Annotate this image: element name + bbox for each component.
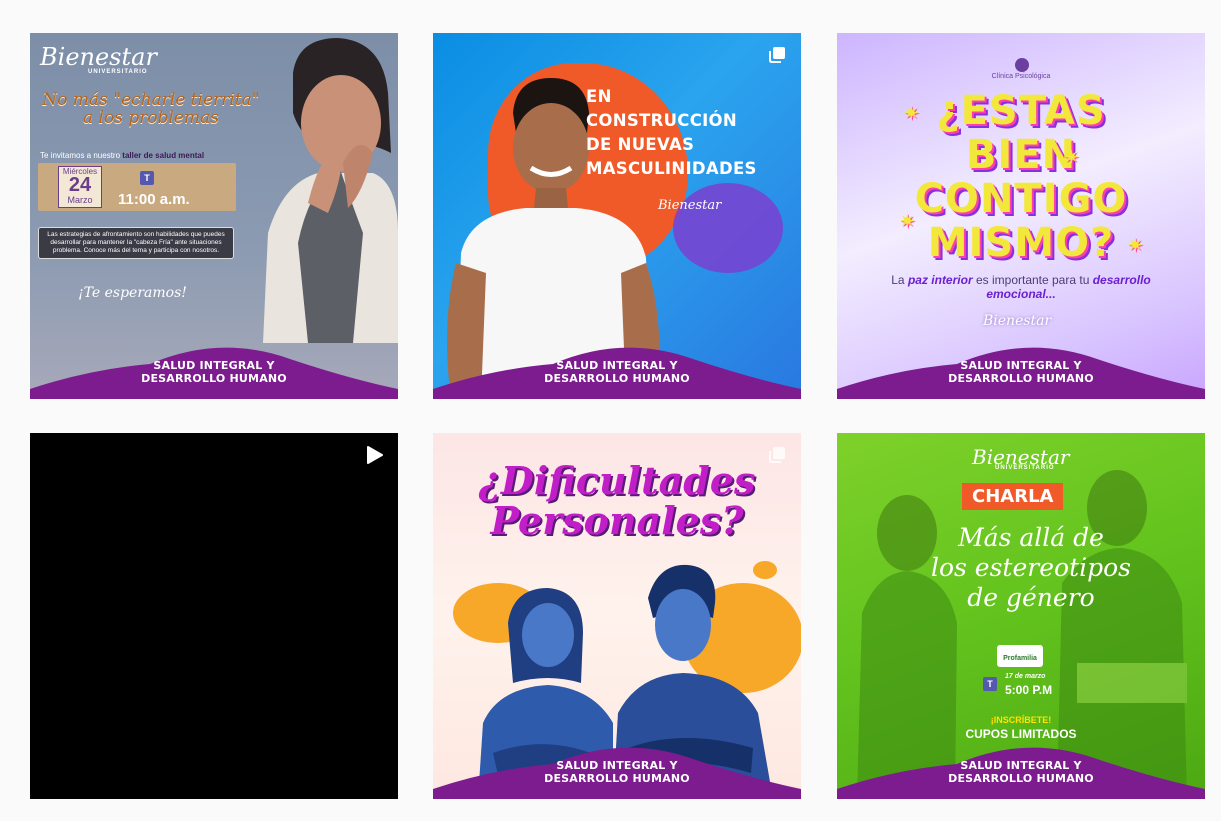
post-tile-2[interactable]: EN CONSTRUCCIÓN DE NUEVAS MASCULINIDADES…	[433, 33, 801, 399]
sparkle-icon: ✷	[899, 211, 916, 233]
teams-icon: T	[140, 171, 154, 185]
post-title: ¿ESTAS BIEN CONTIGO MISMO?	[914, 88, 1128, 266]
sparkle-icon: ✷	[1127, 235, 1144, 257]
bienestar-logo: Bienestar	[658, 198, 722, 213]
teams-icon: T	[983, 677, 997, 691]
post-headline: No más "echarle tierrita" a los problema…	[42, 90, 260, 128]
strategies-text: Las estrategias de afrontamiento son hab…	[38, 227, 234, 259]
clinic-logo-text: Clínica Psicológica	[991, 73, 1051, 80]
post-title: ¿Dificultades Personales?	[478, 458, 756, 543]
clinic-logo-icon	[1015, 58, 1029, 72]
video-play-icon	[367, 446, 383, 464]
woman-photo	[263, 38, 398, 343]
post-tile-3[interactable]: Clínica Psicológica ¿ESTAS BIEN CONTIGO …	[837, 33, 1205, 399]
cta-text: ¡INSCRÍBETE!	[990, 715, 1052, 725]
event-time: 11:00 a.m.	[118, 191, 190, 208]
post-tile-6[interactable]: Bienestar UNIVERSITARIO CHARLA Más allá …	[837, 433, 1205, 799]
event-time: 5:00 P.M	[1005, 683, 1053, 697]
footer-caption: SALUD INTEGRAL Y DESARROLLO HUMANO	[544, 359, 690, 385]
sparkle-icon: ✷	[1063, 147, 1080, 169]
footer-caption: SALUD INTEGRAL Y DESARROLLO HUMANO	[948, 759, 1094, 785]
bienestar-logo: Bienestar	[40, 43, 157, 71]
charla-badge: CHARLA	[962, 483, 1064, 510]
invite-text: Te invitamos a nuestro taller de salud m…	[40, 151, 205, 160]
bienestar-logo-sub: UNIVERSITARIO	[995, 465, 1055, 471]
post-tile-5[interactable]: ¿Dificultades Personales? SALUD INTEGRAL…	[433, 433, 801, 799]
calendar-date: Miércoles 24 Marzo	[58, 166, 102, 208]
footer-caption: SALUD INTEGRAL Y DESARROLLO HUMANO	[948, 359, 1094, 385]
post-grid: Bienestar UNIVERSITARIO No más "echarle …	[0, 0, 1221, 821]
post-tile-4-video[interactable]	[30, 433, 398, 799]
event-date: 17 de marzo	[1005, 673, 1046, 680]
bienestar-logo: Bienestar	[983, 313, 1052, 329]
post-tile-1[interactable]: Bienestar UNIVERSITARIO No más "echarle …	[30, 33, 398, 399]
post-title: EN CONSTRUCCIÓN DE NUEVAS MASCULINIDADES	[586, 87, 757, 178]
purple-blob	[673, 183, 783, 273]
profamilia-logo: Profamilia	[997, 645, 1043, 667]
bienestar-logo-sub: UNIVERSITARIO	[88, 69, 148, 75]
sparkle-icon: ✷	[903, 103, 920, 125]
post-title: Más allá de los estereotipos de género	[930, 523, 1131, 612]
footer-caption: SALUD INTEGRAL Y DESARROLLO HUMANO	[544, 759, 690, 785]
carousel-icon	[769, 447, 785, 463]
carousel-icon	[769, 47, 785, 63]
post-subtitle: La paz interior es importante para tu de…	[891, 273, 1151, 301]
closing-text: ¡Te esperamos!	[78, 285, 187, 301]
footer-caption: SALUD INTEGRAL Y DESARROLLO HUMANO	[141, 359, 287, 385]
